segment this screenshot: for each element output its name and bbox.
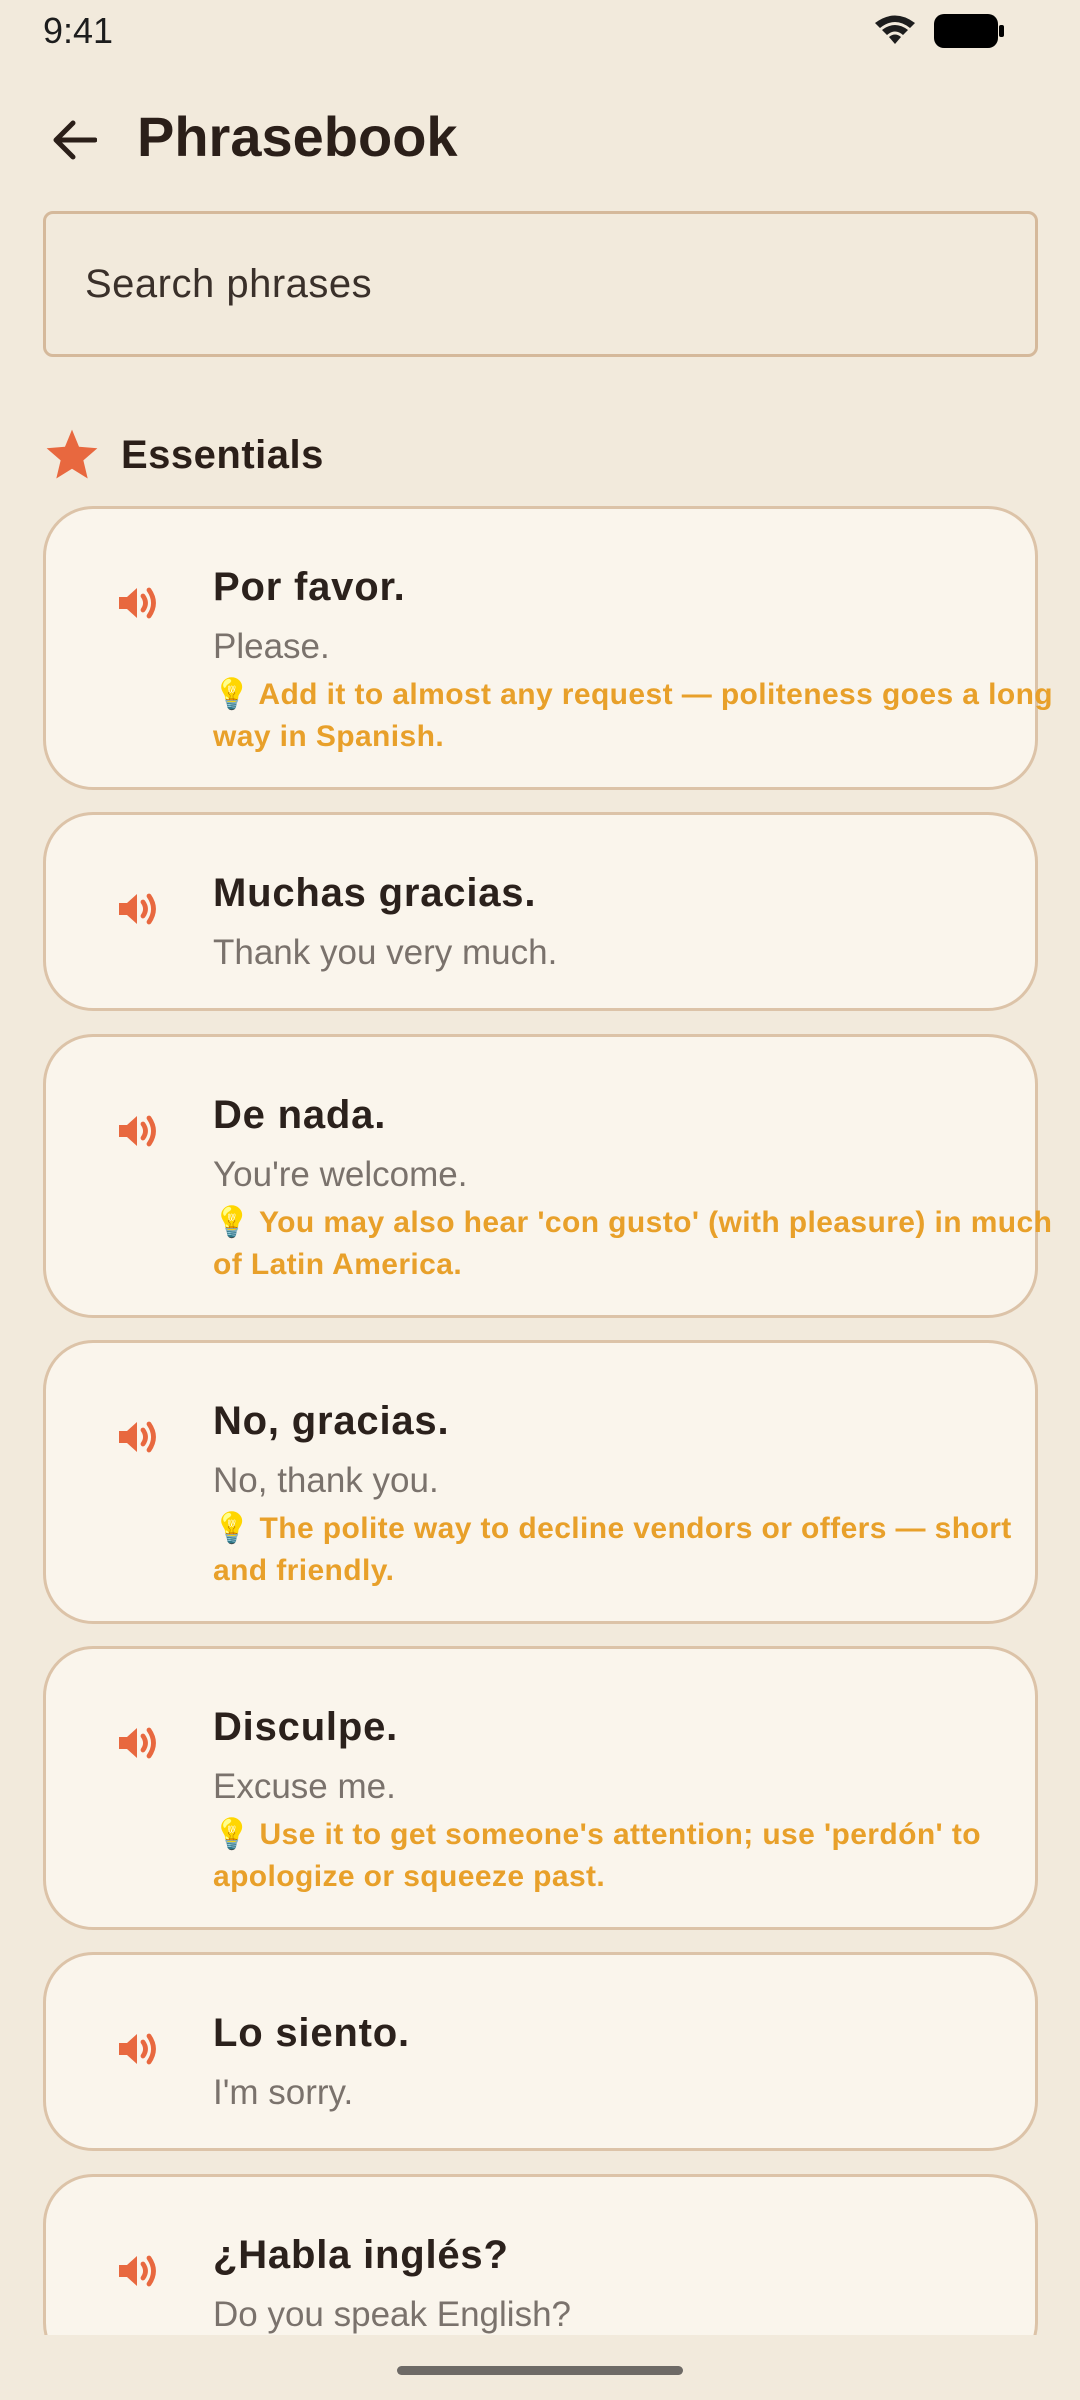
translation-text: I'm sorry. xyxy=(213,2073,354,2112)
translation-text: Excuse me. xyxy=(213,1767,396,1806)
speaker-icon[interactable] xyxy=(113,579,161,627)
tip-text: 💡 Use it to get someone's attention; use… xyxy=(213,1818,981,1893)
content-area: Phrasebook Search phrases Essentials Por… xyxy=(0,0,1080,2335)
arrow-left-icon xyxy=(53,120,97,160)
tip-text: 💡 Add it to almost any request — politen… xyxy=(213,678,1054,753)
phrase-text: No, gracias. xyxy=(213,1399,450,1443)
translation-text: Thank you very much. xyxy=(213,933,558,972)
phrase-card[interactable]: Muchas gracias. Thank you very much. xyxy=(43,812,1038,1011)
phrase-card[interactable]: Lo siento. I'm sorry. xyxy=(43,1952,1038,2151)
search-input[interactable]: Search phrases xyxy=(43,211,1038,357)
speaker-icon[interactable] xyxy=(113,885,161,933)
search-placeholder: Search phrases xyxy=(85,261,373,306)
phrase-text: Disculpe. xyxy=(213,1705,399,1749)
translation-text: Do you speak English? xyxy=(213,2295,571,2334)
translation-text: No, thank you. xyxy=(213,1461,439,1500)
phrasebook-screen: 9:41 Phrasebook Search phrases Essential… xyxy=(0,0,1080,2400)
phrase-text: Lo siento. xyxy=(213,2011,410,2055)
page-title: Phrasebook xyxy=(137,105,458,168)
section-title: Essentials xyxy=(121,432,324,477)
star-icon xyxy=(46,429,98,479)
speaker-icon[interactable] xyxy=(113,1413,161,1461)
phrase-text: Muchas gracias. xyxy=(213,871,537,915)
translation-text: Please. xyxy=(213,627,330,666)
phrase-text: Por favor. xyxy=(213,565,406,609)
section-header-essentials: Essentials xyxy=(43,420,324,490)
phrase-card[interactable]: De nada. You're welcome. 💡 You may also … xyxy=(43,1034,1052,1318)
speaker-icon[interactable] xyxy=(113,2247,161,2295)
speaker-icon[interactable] xyxy=(113,1107,161,1155)
speaker-icon[interactable] xyxy=(113,1719,161,1767)
phrase-card[interactable]: Disculpe. Excuse me. 💡 Use it to get som… xyxy=(43,1646,1038,1930)
phrase-text: De nada. xyxy=(213,1093,387,1137)
speaker-icon[interactable] xyxy=(113,2025,161,2073)
home-indicator[interactable] xyxy=(397,2366,683,2375)
tip-text: 💡 The polite way to decline vendors or o… xyxy=(213,1512,1012,1587)
translation-text: You're welcome. xyxy=(213,1155,468,1194)
phrase-card[interactable]: Por favor. Please. 💡 Add it to almost an… xyxy=(43,506,1053,790)
top-app-bar: Phrasebook xyxy=(0,90,1080,186)
phrase-text: ¿Habla inglés? xyxy=(213,2233,509,2277)
back-button[interactable] xyxy=(36,102,112,178)
phrase-card[interactable]: No, gracias. No, thank you. 💡 The polite… xyxy=(43,1340,1038,1624)
phrase-card[interactable]: ¿Habla inglés? Do you speak English? xyxy=(43,2174,1038,2335)
tip-text: 💡 You may also hear 'con gusto' (with pl… xyxy=(213,1206,1053,1281)
